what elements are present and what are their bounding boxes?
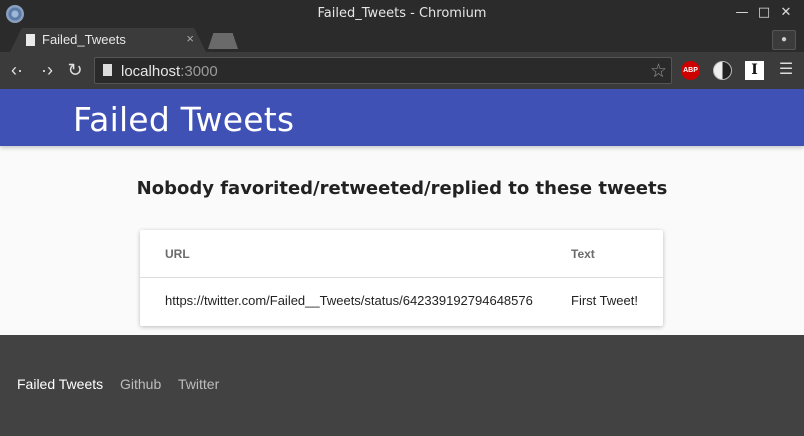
footer-twitter-link[interactable]: Twitter xyxy=(178,376,219,392)
new-tab-button[interactable] xyxy=(208,33,238,49)
forward-icon[interactable]: ·› xyxy=(36,59,58,81)
footer-brand-link[interactable]: Failed Tweets xyxy=(17,376,103,392)
page-heading: Nobody favorited/retweeted/replied to th… xyxy=(136,178,668,199)
window-title: Failed_Tweets - Chromium xyxy=(317,6,487,21)
address-text[interactable]: localhost:3000 xyxy=(121,63,218,80)
tab-failed-tweets[interactable]: Failed_Tweets × xyxy=(10,28,206,52)
reload-icon[interactable]: ↻ xyxy=(64,59,86,81)
table-row: https://twitter.com/Failed__Tweets/statu… xyxy=(140,278,663,324)
contrast-extension-icon[interactable] xyxy=(713,61,732,80)
address-bar[interactable]: localhost:3000 ☆ xyxy=(94,57,672,84)
bookmark-star-icon[interactable]: ☆ xyxy=(650,60,667,83)
menu-icon[interactable]: ☰ xyxy=(778,61,794,79)
profile-button[interactable]: ● xyxy=(772,30,796,50)
minimize-button[interactable]: — xyxy=(732,4,752,22)
page-viewport: Failed Tweets Nobody favorited/retweeted… xyxy=(0,89,804,436)
footer-github-link[interactable]: Github xyxy=(120,376,161,392)
tweet-text-cell: First Tweet! xyxy=(571,293,638,308)
column-header-url: URL xyxy=(140,230,571,278)
page-icon xyxy=(103,64,112,76)
person-icon: ● xyxy=(780,34,788,45)
tab-close-icon[interactable]: × xyxy=(186,31,194,46)
back-icon[interactable]: ‹· xyxy=(6,59,28,81)
close-window-button[interactable]: ✕ xyxy=(776,4,796,22)
tab-label: Failed_Tweets xyxy=(42,32,126,47)
app-header: Failed Tweets xyxy=(0,89,804,146)
adblock-icon[interactable]: ABP xyxy=(681,61,700,80)
page-icon xyxy=(26,34,35,46)
tweets-table-card: URL Text https://twitter.com/Failed__Twe… xyxy=(140,230,663,326)
tab-strip: Failed_Tweets × ● xyxy=(0,28,804,52)
column-header-text: Text xyxy=(571,230,663,278)
app-title: Failed Tweets xyxy=(73,100,295,139)
tweet-url-cell: https://twitter.com/Failed__Tweets/statu… xyxy=(165,293,533,308)
table-header-row: URL Text xyxy=(140,230,663,278)
footer: Failed Tweets Github Twitter xyxy=(0,335,804,436)
browser-toolbar: ‹· ·› ↻ localhost:3000 ☆ ABP I ☰ xyxy=(0,52,804,89)
window-titlebar: Failed_Tweets - Chromium — □ ✕ xyxy=(0,0,804,28)
instapaper-icon[interactable]: I xyxy=(745,61,764,80)
maximize-button[interactable]: □ xyxy=(754,4,774,22)
tweets-table: URL Text https://twitter.com/Failed__Twe… xyxy=(140,230,663,323)
